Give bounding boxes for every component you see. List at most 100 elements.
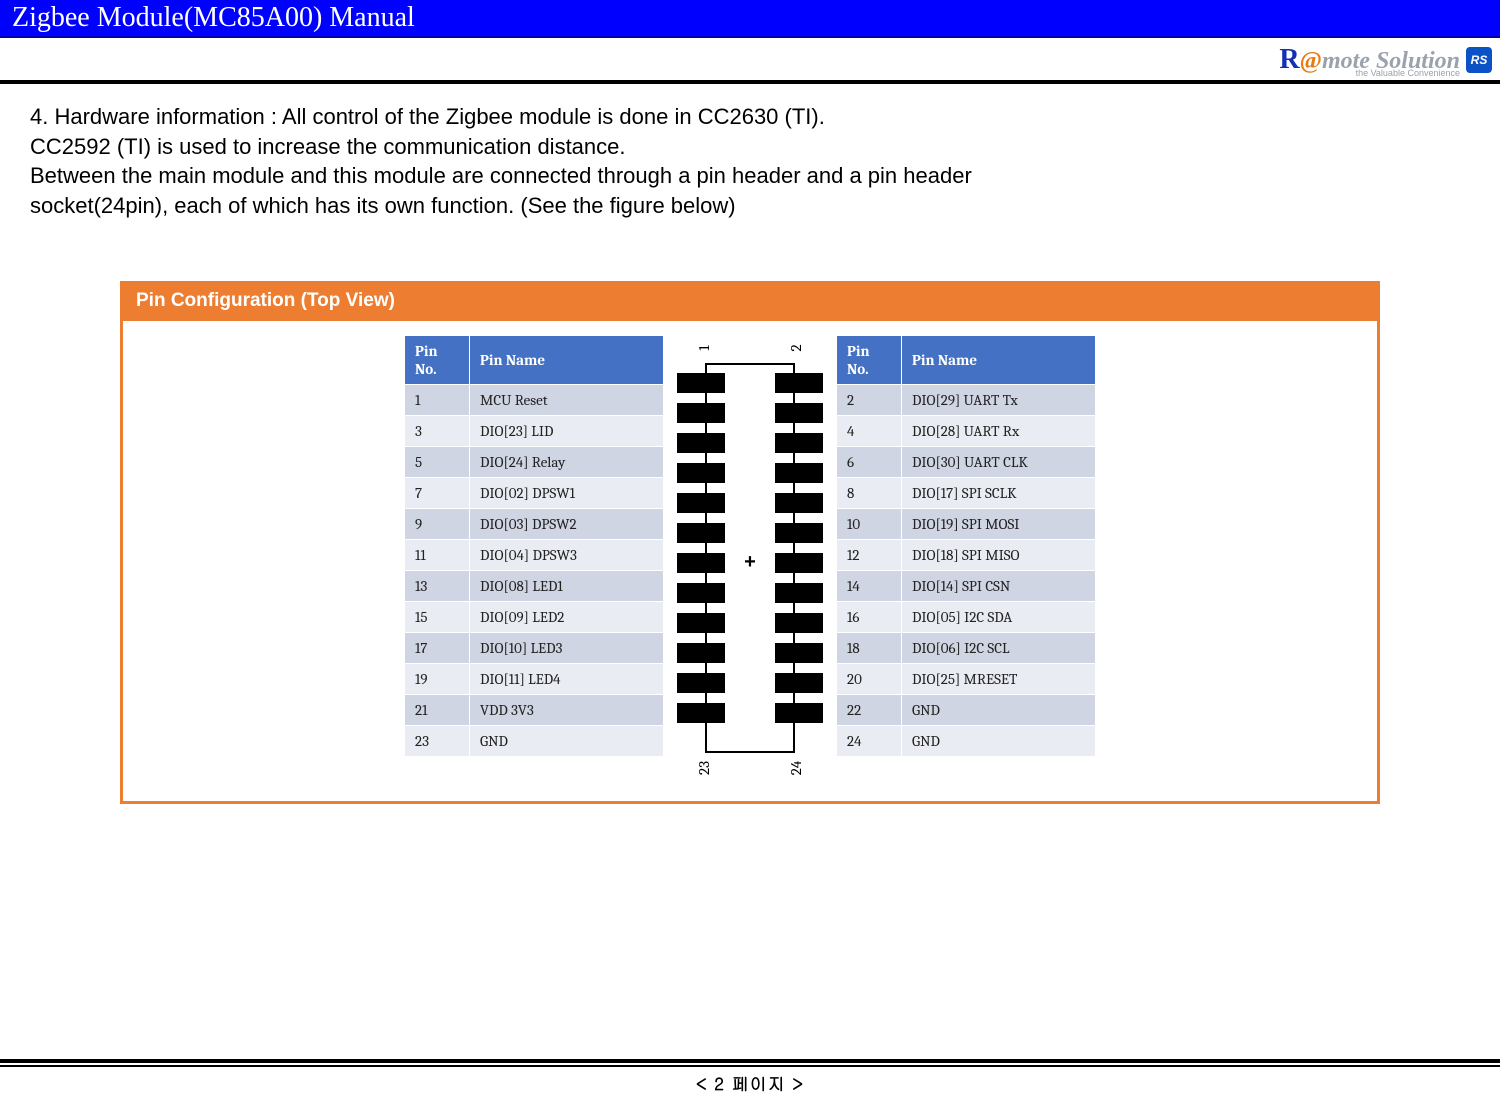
- table-row: 24GND: [837, 725, 1096, 756]
- pin-name-cell: DIO[23] LID: [470, 415, 664, 446]
- hw-line-2: CC2592 (TI) is used to increase the comm…: [30, 132, 1470, 162]
- pin-config-title: Pin Configuration (Top View): [120, 281, 1380, 321]
- pin-no-cell: 18: [837, 632, 902, 663]
- pin-no-cell: 14: [837, 570, 902, 601]
- pin-name-cell: DIO[28] UART Rx: [902, 415, 1096, 446]
- chip-pin-icon: [775, 373, 823, 393]
- chip-pin-icon: [677, 403, 725, 423]
- chip-pin-icon: [677, 493, 725, 513]
- chip-pin-icon: [775, 673, 823, 693]
- pin-no-cell: 9: [405, 508, 470, 539]
- chip-pin-icon: [775, 523, 823, 543]
- pin-name-cell: GND: [902, 694, 1096, 725]
- chip-pin-icon: [677, 433, 725, 453]
- pin-no-cell: 19: [405, 663, 470, 694]
- table-row: 18DIO[06] I2C SCL: [837, 632, 1096, 663]
- pin-no-cell: 5: [405, 446, 470, 477]
- pin-table-right: Pin No. Pin Name 2DIO[29] UART Tx4DIO[28…: [836, 335, 1096, 757]
- table-row: 21VDD 3V3: [405, 694, 664, 725]
- table-row: 22GND: [837, 694, 1096, 725]
- pin-name-cell: DIO[10] LED3: [470, 632, 664, 663]
- table-row: 11DIO[04] DPSW3: [405, 539, 664, 570]
- page-footer: < 2 페이지 >: [0, 1059, 1500, 1095]
- pin-no-cell: 13: [405, 570, 470, 601]
- chip-pin-icon: [775, 463, 823, 483]
- pin-name-cell: DIO[17] SPI SCLK: [902, 477, 1096, 508]
- pin-name-cell: VDD 3V3: [470, 694, 664, 725]
- chip-pin-icon: [775, 403, 823, 423]
- pin-no-cell: 1: [405, 384, 470, 415]
- pin-name-cell: DIO[25] MRESET: [902, 663, 1096, 694]
- table-row: 1MCU Reset: [405, 384, 664, 415]
- pin-name-cell: DIO[05] I2C SDA: [902, 601, 1096, 632]
- pin-no-cell: 6: [837, 446, 902, 477]
- pin-name-cell: DIO[30] UART CLK: [902, 446, 1096, 477]
- chip-pin-icon: [677, 703, 725, 723]
- pin-name-cell: DIO[02] DPSW1: [470, 477, 664, 508]
- pin-no-cell: 3: [405, 415, 470, 446]
- table-row: 3DIO[23] LID: [405, 415, 664, 446]
- pin-name-cell: DIO[11] LED4: [470, 663, 664, 694]
- chip-pin-icon: [775, 433, 823, 453]
- pin-no-cell: 22: [837, 694, 902, 725]
- pin-no-cell: 21: [405, 694, 470, 725]
- pin-no-cell: 11: [405, 539, 470, 570]
- pin-name-cell: DIO[19] SPI MOSI: [902, 508, 1096, 539]
- table-row: 20DIO[25] MRESET: [837, 663, 1096, 694]
- table-row: 5DIO[24] Relay: [405, 446, 664, 477]
- pin-name-cell: DIO[06] I2C SCL: [902, 632, 1096, 663]
- pin-no-cell: 23: [405, 725, 470, 756]
- hw-line-1: 4. Hardware information : All control of…: [30, 102, 1470, 132]
- pin-no-cell: 2: [837, 384, 902, 415]
- table-row: 4DIO[28] UART Rx: [837, 415, 1096, 446]
- chip-pin-icon: [677, 613, 725, 633]
- pin-no-cell: 8: [837, 477, 902, 508]
- table-row: 6DIO[30] UART CLK: [837, 446, 1096, 477]
- pin-config-body: Pin No. Pin Name 1MCU Reset3DIO[23] LID5…: [120, 321, 1380, 804]
- table-row: 9DIO[03] DPSW2: [405, 508, 664, 539]
- pin-name-cell: MCU Reset: [470, 384, 664, 415]
- table-row: 2DIO[29] UART Tx: [837, 384, 1096, 415]
- chip-corner-tl: 1: [695, 338, 713, 358]
- chip-bottom-labels: 23 24: [670, 759, 830, 777]
- chip-corner-br: 24: [787, 758, 805, 778]
- hw-line-4: socket(24pin), each of which has its own…: [30, 191, 1470, 221]
- chip-pin-icon: [775, 703, 823, 723]
- chip-pin-icon: [775, 613, 823, 633]
- chip-pin-icon: [677, 523, 725, 543]
- chip-corner-tr: 2: [787, 338, 805, 358]
- chip-pins-left: [677, 373, 725, 723]
- pin-name-cell: DIO[08] LED1: [470, 570, 664, 601]
- col-pin-name: Pin Name: [470, 335, 664, 384]
- body-area: 4. Hardware information : All control of…: [0, 84, 1500, 804]
- table-row: 13DIO[08] LED1: [405, 570, 664, 601]
- pin-config-panel: Pin Configuration (Top View) Pin No. Pin…: [120, 281, 1380, 804]
- col-pin-name: Pin Name: [902, 335, 1096, 384]
- table-row: 8DIO[17] SPI SCLK: [837, 477, 1096, 508]
- table-row: 23GND: [405, 725, 664, 756]
- chip-center-mark: +: [707, 551, 793, 574]
- table-row: 14DIO[14] SPI CSN: [837, 570, 1096, 601]
- table-row: 19DIO[11] LED4: [405, 663, 664, 694]
- chip-pin-icon: [677, 643, 725, 663]
- chip-pin-icon: [677, 373, 725, 393]
- table-row: 15DIO[09] LED2: [405, 601, 664, 632]
- pin-table-left: Pin No. Pin Name 1MCU Reset3DIO[23] LID5…: [404, 335, 664, 757]
- pin-no-cell: 7: [405, 477, 470, 508]
- brand-logo-subtitle: the Valuable Convenience: [1356, 68, 1460, 78]
- chip-pin-icon: [677, 583, 725, 603]
- chip-diagram: 1 2 + 23 24: [670, 335, 830, 777]
- footer-rule-thin: [0, 1065, 1500, 1067]
- col-pin-no: Pin No.: [405, 335, 470, 384]
- footer-rule-thick: [0, 1059, 1500, 1063]
- brand-logo-r: R: [1279, 44, 1299, 75]
- pin-no-cell: 24: [837, 725, 902, 756]
- pin-name-cell: GND: [470, 725, 664, 756]
- pin-no-cell: 15: [405, 601, 470, 632]
- pin-name-cell: DIO[04] DPSW3: [470, 539, 664, 570]
- pin-no-cell: 17: [405, 632, 470, 663]
- pin-name-cell: DIO[29] UART Tx: [902, 384, 1096, 415]
- title-bar: Zigbee Module(MC85A00) Manual: [0, 0, 1500, 38]
- chip-pin-icon: [775, 493, 823, 513]
- pin-name-cell: DIO[24] Relay: [470, 446, 664, 477]
